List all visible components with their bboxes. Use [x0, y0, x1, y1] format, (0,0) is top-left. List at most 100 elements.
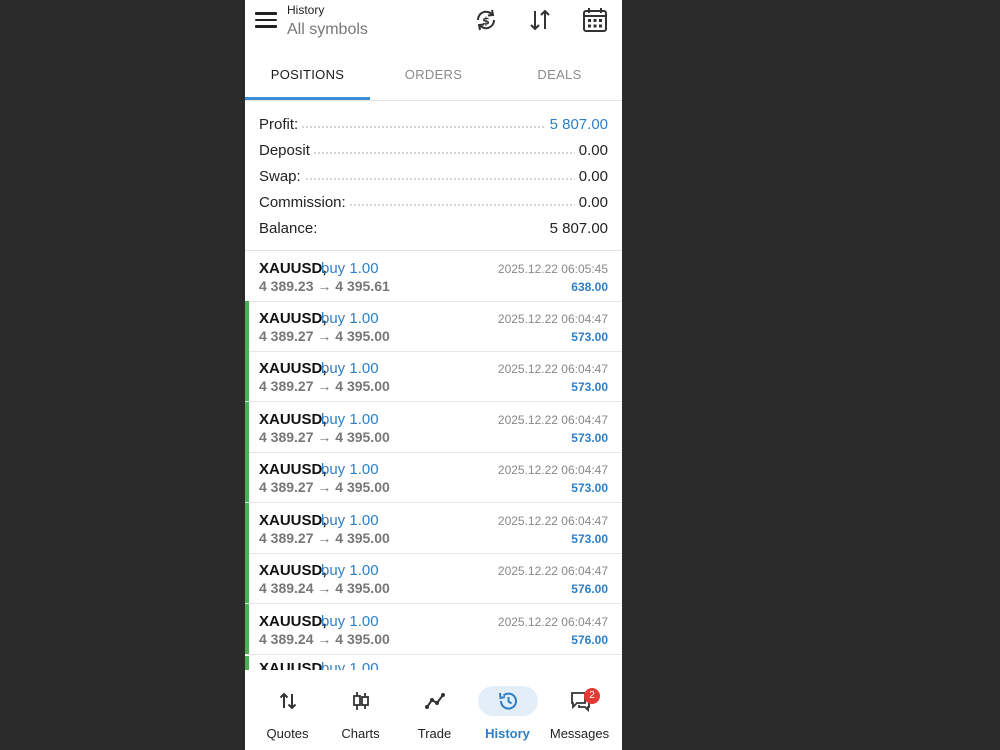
deal-type: buy 1.00 — [321, 260, 379, 277]
summary-profit-row: Profit: 5 807.00 — [259, 113, 608, 135]
deal-status-bar — [245, 452, 249, 502]
nav-quotes[interactable]: Quotes — [250, 670, 325, 750]
deal-symbol: XAUUSD, — [259, 613, 327, 630]
nav-charts[interactable]: Charts — [323, 670, 398, 750]
menu-icon[interactable] — [255, 12, 277, 32]
summary-balance-row: Balance: 5 807.00 — [259, 217, 608, 239]
deal-prices: 4 389.23 → 4 395.61 — [259, 278, 390, 294]
trade-icon — [405, 686, 465, 716]
deal-type: buy 1.00 — [321, 660, 379, 670]
tab-deals[interactable]: DEALS — [497, 52, 622, 100]
sort-icon[interactable] — [526, 6, 554, 34]
deal-time: 2025.12.22 06:04:47 — [497, 463, 608, 477]
deal-profit: 573.00 — [571, 431, 608, 445]
deal-type: buy 1.00 — [321, 562, 379, 579]
deal-symbol: XAUUSD, — [259, 512, 327, 529]
symbol-filter[interactable]: All symbols — [287, 21, 368, 39]
deal-profit: 576.00 — [571, 582, 608, 596]
deal-time: 2025.12.22 06:04:47 — [497, 564, 608, 578]
deal-status-bar — [245, 604, 249, 654]
deal-time: 2025.12.22 06:04:47 — [497, 362, 608, 376]
deposit-value: 0.00 — [574, 142, 608, 159]
deal-prices: 4 389.24 → 4 395.00 — [259, 580, 390, 596]
page-title: History — [287, 3, 325, 17]
deal-row[interactable]: XAUUSD, buy 1.00 4 389.27 → 4 395.00 202… — [245, 402, 622, 453]
deal-row[interactable]: XAUUSD, buy 1.00 4 389.27 → 4 395.00 202… — [245, 452, 622, 503]
profit-value: 5 807.00 — [545, 116, 608, 133]
tab-orders[interactable]: ORDERS — [371, 52, 496, 100]
swap-value: 0.00 — [574, 168, 608, 185]
deal-type: buy 1.00 — [321, 310, 379, 327]
deal-status-bar — [245, 301, 249, 351]
currency-sync-icon[interactable]: $ — [472, 6, 500, 34]
deal-type: buy 1.00 — [321, 461, 379, 478]
summary-deposit-row: Deposit 0.00 — [259, 139, 608, 161]
nav-label: Messages — [549, 726, 610, 741]
history-icon — [477, 686, 538, 716]
deal-symbol: XAUUSD, — [259, 461, 327, 478]
deal-row[interactable]: XAUUSD, buy 1.00 4 389.27 → 4 395.00 202… — [245, 301, 622, 352]
deal-prices: 4 389.27 → 4 395.00 — [259, 429, 390, 445]
deal-row[interactable]: XAUUSD, buy 1.00 4 389.27 → 4 395.00 202… — [245, 351, 622, 402]
nav-label: Quotes — [266, 726, 309, 741]
messages-icon — [550, 686, 610, 716]
deal-row[interactable]: XAUUSD, buy 1.00 4 389.27 → 4 395.00 202… — [245, 503, 622, 554]
deal-profit: 573.00 — [571, 481, 608, 495]
deal-status-bar — [245, 656, 249, 670]
deal-profit: 576.00 — [571, 633, 608, 647]
app-bar: History All symbols $ — [245, 0, 622, 50]
nav-trade[interactable]: Trade — [397, 670, 472, 750]
deal-row[interactable]: XAUUSD, buy 1.00 4 389.23 → 4 395.61 202… — [245, 251, 622, 302]
swap-label: Swap: — [259, 168, 305, 185]
svg-text:$: $ — [482, 15, 490, 28]
deal-status-bar — [245, 503, 249, 553]
deal-row[interactable]: XAUUSD, buy 1.00 4 389.24 → 4 395.00 202… — [245, 553, 622, 604]
bottom-navigation: Quotes Charts Trade History 2 Messages — [245, 670, 622, 750]
deal-profit: 573.00 — [571, 380, 608, 394]
nav-messages[interactable]: 2 Messages — [542, 670, 617, 750]
tab-bar: POSITIONS ORDERS DEALS — [245, 52, 622, 101]
deal-type: buy 1.00 — [321, 360, 379, 377]
charts-icon — [331, 686, 391, 716]
deal-time: 2025.12.22 06:05:45 — [497, 262, 608, 276]
deal-symbol: XAUUSD, — [259, 310, 327, 327]
phone-screen: History All symbols $ POSITIONS ORDERS D… — [245, 0, 622, 750]
messages-badge: 2 — [584, 688, 600, 704]
deal-status-bar — [245, 553, 249, 603]
nav-label: Charts — [341, 726, 380, 741]
nav-label: History — [485, 726, 530, 741]
deal-status-bar — [245, 351, 249, 401]
deal-row-partial[interactable]: XAUUSD, buy 1.00 — [245, 656, 622, 670]
deal-type: buy 1.00 — [321, 411, 379, 428]
deal-symbol: XAUUSD, — [259, 562, 327, 579]
active-tab-indicator — [245, 97, 370, 100]
nav-history[interactable]: History — [470, 670, 545, 750]
calendar-icon[interactable] — [581, 6, 609, 34]
deal-profit: 573.00 — [571, 532, 608, 546]
deal-type: buy 1.00 — [321, 512, 379, 529]
summary-panel: Profit: 5 807.00 Deposit 0.00 Swap: 0.00… — [245, 110, 622, 251]
deposit-label: Deposit — [259, 142, 314, 159]
profit-label: Profit: — [259, 116, 303, 133]
nav-label: Trade — [417, 726, 452, 741]
deal-prices: 4 389.27 → 4 395.00 — [259, 378, 390, 394]
deal-time: 2025.12.22 06:04:47 — [497, 514, 608, 528]
tab-positions[interactable]: POSITIONS — [245, 52, 370, 100]
deal-profit: 638.00 — [571, 280, 608, 294]
deal-prices: 4 389.27 → 4 395.00 — [259, 328, 390, 344]
deal-symbol: XAUUSD, — [259, 260, 327, 277]
deal-status-bar — [245, 402, 249, 452]
summary-commission-row: Commission: 0.00 — [259, 191, 608, 213]
commission-label: Commission: — [259, 194, 350, 211]
deal-prices: 4 389.27 → 4 395.00 — [259, 530, 390, 546]
deal-prices: 4 389.24 → 4 395.00 — [259, 631, 390, 647]
deal-symbol: XAUUSD, — [259, 660, 327, 670]
balance-label: Balance: — [259, 220, 322, 237]
deal-type: buy 1.00 — [321, 613, 379, 630]
deal-time: 2025.12.22 06:04:47 — [497, 413, 608, 427]
deal-row[interactable]: XAUUSD, buy 1.00 4 389.24 → 4 395.00 202… — [245, 604, 622, 655]
deal-time: 2025.12.22 06:04:47 — [497, 312, 608, 326]
deal-symbol: XAUUSD, — [259, 360, 327, 377]
deal-time: 2025.12.22 06:04:47 — [497, 615, 608, 629]
deal-symbol: XAUUSD, — [259, 411, 327, 428]
